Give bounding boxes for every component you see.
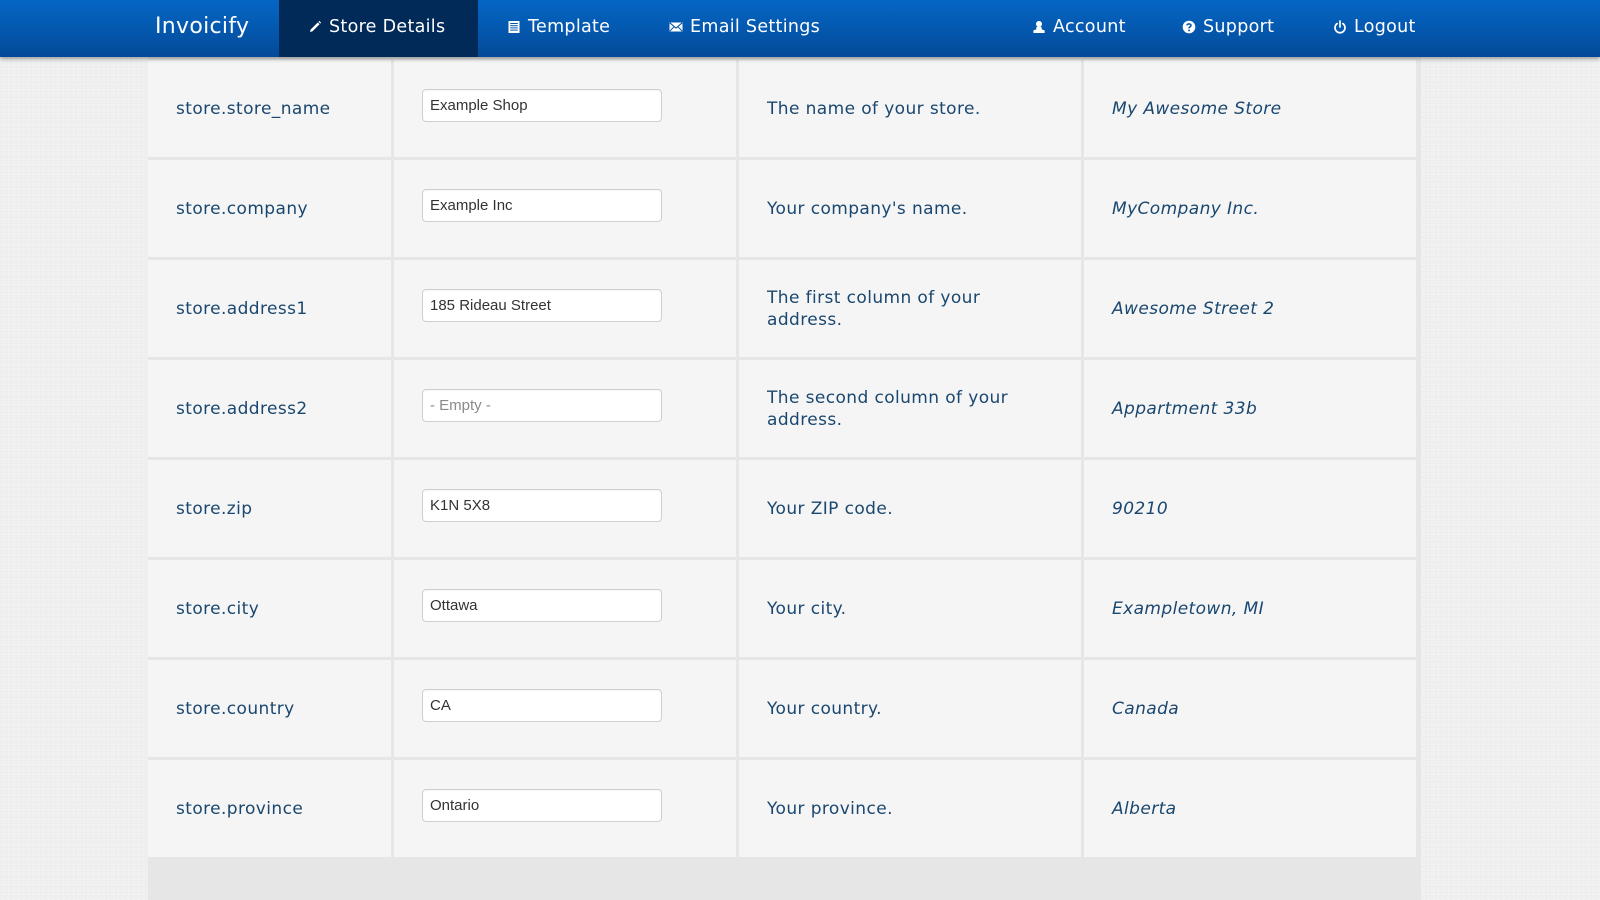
variable-key: store.zip [148, 460, 391, 557]
variable-key: store.address2 [148, 360, 391, 457]
table-row: store.country Your country. Canada [148, 660, 1416, 757]
variable-key: store.store_name [148, 60, 391, 157]
variable-description: Your country. [739, 660, 1081, 757]
user-icon [1032, 20, 1046, 34]
pencil-icon [308, 20, 322, 34]
nav-support[interactable]: Support [1153, 0, 1303, 57]
zip-input[interactable] [422, 489, 662, 522]
variable-description: Your company's name. [739, 160, 1081, 257]
nav-logout[interactable]: Logout [1304, 0, 1445, 57]
variable-key: store.province [148, 760, 391, 857]
company-input[interactable] [422, 189, 662, 222]
variable-example: MyCompany Inc. [1084, 160, 1416, 257]
nav-email-settings[interactable]: Email Settings [640, 0, 849, 57]
nav-template[interactable]: Template [478, 0, 639, 57]
brand-logo[interactable]: Invoicify [155, 0, 249, 57]
nav-email-settings-label: Email Settings [690, 16, 821, 37]
address1-input[interactable] [422, 289, 662, 322]
variable-key: store.country [148, 660, 391, 757]
table-row: store.zip Your ZIP code. 90210 [148, 460, 1416, 557]
variable-description: Your province. [739, 760, 1081, 857]
variable-description: The second column of your address. [739, 360, 1081, 457]
store-variables-table-container: store.store_name The name of your store.… [148, 57, 1421, 900]
country-input[interactable] [422, 689, 662, 722]
variable-key: store.city [148, 560, 391, 657]
document-icon [507, 20, 521, 34]
nav-logout-label: Logout [1354, 16, 1416, 37]
variable-example: My Awesome Store [1084, 60, 1416, 157]
table-row: store.province Your province. Alberta [148, 760, 1416, 857]
address2-input[interactable] [422, 389, 662, 422]
nav-store-details-label: Store Details [329, 16, 446, 37]
table-row: store.address1 The first column of your … [148, 260, 1416, 357]
nav-support-label: Support [1203, 16, 1275, 37]
power-icon [1333, 19, 1347, 34]
table-row: store.city Your city. Exampletown, MI [148, 560, 1416, 657]
variable-key: store.address1 [148, 260, 391, 357]
variable-example: Exampletown, MI [1084, 560, 1416, 657]
city-input[interactable] [422, 589, 662, 622]
variable-key: store.company [148, 160, 391, 257]
variable-example: Awesome Street 2 [1084, 260, 1416, 357]
nav-store-details[interactable]: Store Details [279, 0, 478, 57]
store-name-input[interactable] [422, 89, 662, 122]
table-row: store.store_name The name of your store.… [148, 60, 1416, 157]
variable-description: Your ZIP code. [739, 460, 1081, 557]
province-input[interactable] [422, 789, 662, 822]
nav-template-label: Template [528, 16, 611, 37]
nav-account[interactable]: Account [1003, 0, 1155, 57]
store-variables-table: store.store_name The name of your store.… [148, 57, 1419, 860]
variable-description: The name of your store. [739, 60, 1081, 157]
variable-example: Canada [1084, 660, 1416, 757]
table-row: store.address2 The second column of your… [148, 360, 1416, 457]
variable-description: Your city. [739, 560, 1081, 657]
table-row: store.company Your company's name. MyCom… [148, 160, 1416, 257]
question-circle-icon [1182, 20, 1196, 34]
envelope-icon [669, 20, 683, 34]
nav-account-label: Account [1053, 16, 1126, 37]
variable-example: Appartment 33b [1084, 360, 1416, 457]
variable-example: Alberta [1084, 760, 1416, 857]
top-navbar: Invoicify Store Details Template Email S… [0, 0, 1600, 57]
variable-description: The first column of your address. [739, 260, 1081, 357]
variable-example: 90210 [1084, 460, 1416, 557]
